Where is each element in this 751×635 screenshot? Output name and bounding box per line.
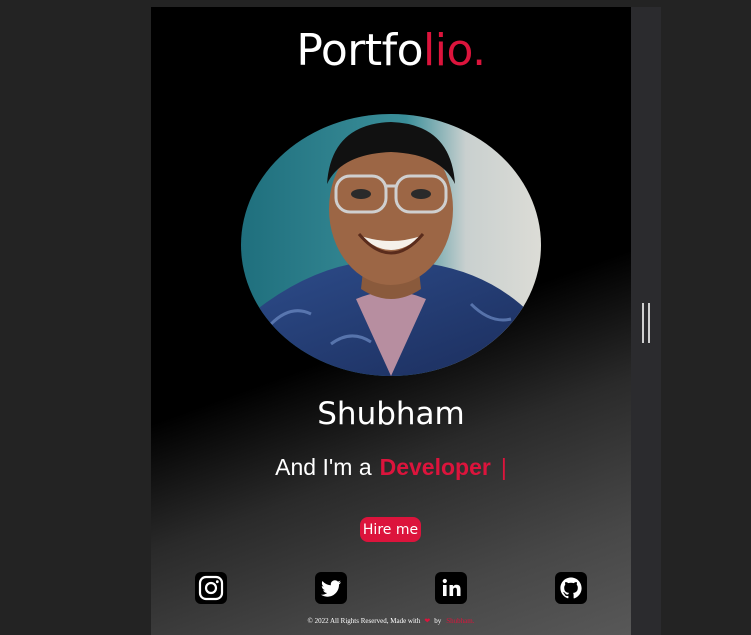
portfolio-page: Portfolio. Shubham And I'm a Developer |… — [151, 7, 631, 635]
typing-cursor: | — [500, 454, 507, 480]
github-link[interactable] — [555, 572, 587, 604]
profile-photo — [241, 114, 541, 376]
footer-text: © 2022 All Rights Reserved, Made with — [307, 617, 421, 625]
logo-text: Portfo — [296, 25, 424, 76]
heart-icon: ❤ — [424, 617, 431, 625]
profile-name: Shubham — [317, 396, 465, 432]
footer-author: Shubham. — [446, 617, 475, 625]
instagram-icon — [198, 575, 224, 601]
github-icon — [560, 577, 582, 599]
tagline-prefix: And I'm a — [275, 454, 372, 480]
twitter-link[interactable] — [315, 572, 347, 604]
footer: © 2022 All Rights Reserved, Made with ❤ by… — [151, 617, 631, 625]
linkedin-link[interactable] — [435, 572, 467, 604]
twitter-icon — [321, 580, 341, 597]
tagline: And I'm a Developer | — [151, 454, 631, 481]
instagram-link[interactable] — [195, 572, 227, 604]
site-logo[interactable]: Portfolio. — [151, 25, 631, 76]
footer-by: by — [434, 617, 442, 625]
logo-accent-text: lio. — [423, 25, 486, 76]
resize-handle[interactable] — [642, 303, 652, 343]
role-text: Developer — [379, 454, 491, 480]
linkedin-icon — [442, 578, 461, 596]
hire-me-button[interactable]: Hire me — [360, 517, 421, 542]
